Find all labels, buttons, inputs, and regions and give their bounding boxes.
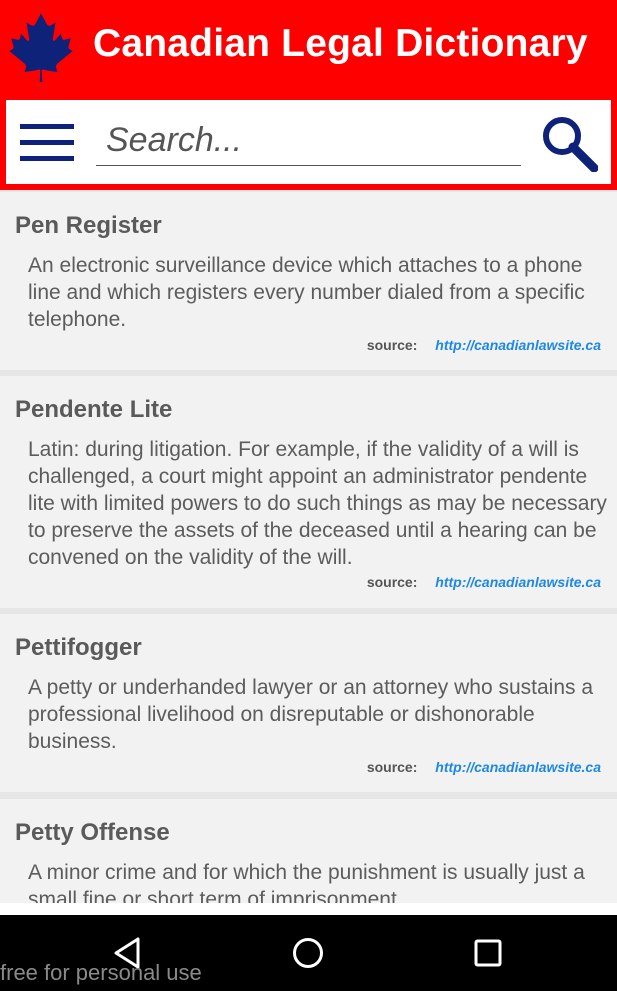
term-definition: An electronic surveillance device which …	[28, 254, 585, 331]
definition-list: Pen Register An electronic surveillance …	[0, 190, 617, 903]
maple-leaf-icon	[9, 13, 73, 82]
source-label: source:	[366, 574, 418, 590]
source-link[interactable]: http://canadianlawsite.ca	[435, 337, 601, 353]
source-link[interactable]: http://canadianlawsite.ca	[435, 759, 601, 775]
search-field	[96, 116, 521, 166]
home-circle-icon[interactable]	[286, 931, 330, 975]
list-item[interactable]: Pen Register An electronic surveillance …	[0, 192, 617, 370]
app-bar: Canadian Legal Dictionary	[0, 0, 617, 190]
term-definition: Latin: during litigation. For example, i…	[28, 438, 607, 569]
source-label: source:	[366, 337, 418, 353]
source-link[interactable]: http://canadianlawsite.ca	[435, 574, 601, 590]
title-row: Canadian Legal Dictionary	[0, 0, 617, 96]
term-title: Pen Register	[15, 212, 162, 239]
list-item[interactable]: Petty Offense A minor crime and for whic…	[0, 799, 617, 903]
list-item[interactable]: Pendente Lite Latin: during litigation. …	[0, 376, 617, 608]
hamburger-menu-icon[interactable]	[20, 124, 76, 162]
term-definition: A petty or underhanded lawyer or an atto…	[28, 676, 594, 753]
recents-square-icon[interactable]	[466, 931, 510, 975]
watermark-text: free for personal use	[0, 960, 202, 985]
term-source: source: http://canadianlawsite.ca	[367, 759, 601, 775]
term-source: source: http://canadianlawsite.ca	[367, 574, 601, 590]
search-icon[interactable]	[540, 114, 598, 172]
app-title: Canadian Legal Dictionary	[93, 22, 588, 65]
list-item[interactable]: Pettifogger A petty or underhanded lawye…	[0, 614, 617, 792]
term-source: source: http://canadianlawsite.ca	[367, 337, 601, 353]
term-title: Pettifogger	[15, 634, 142, 661]
term-title: Pendente Lite	[15, 396, 173, 423]
term-definition: A minor crime and for which the punishme…	[28, 861, 585, 903]
search-bar	[6, 100, 611, 184]
source-label: source:	[366, 759, 418, 775]
term-title: Petty Offense	[15, 819, 170, 846]
search-input[interactable]	[96, 116, 521, 165]
